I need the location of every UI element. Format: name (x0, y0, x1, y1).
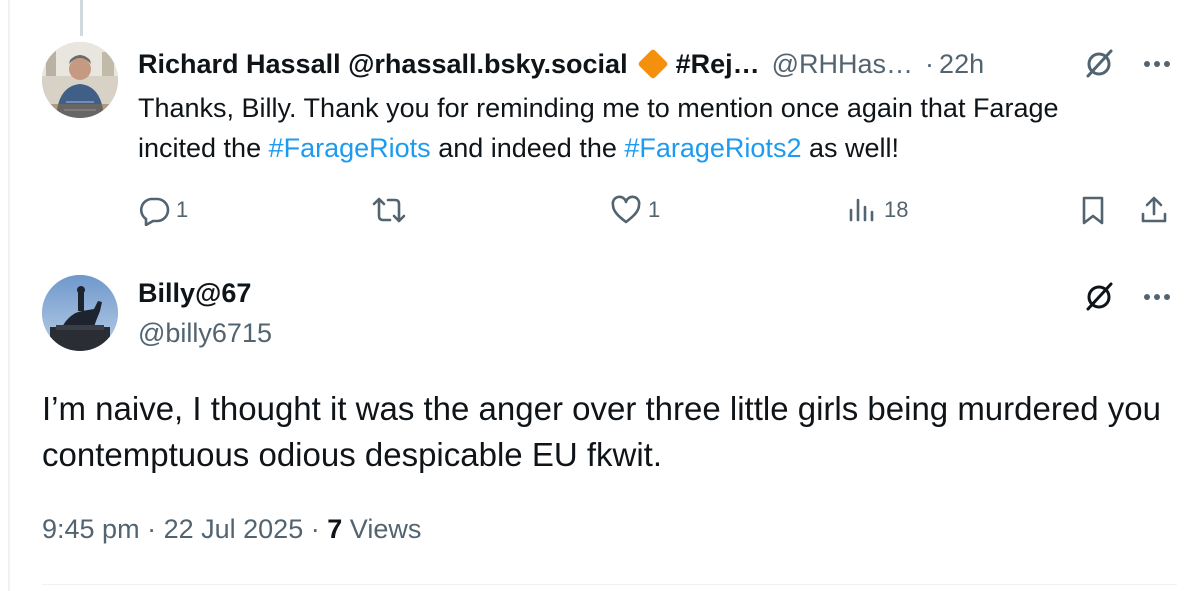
reply-name-suffix[interactable]: #Rej… (676, 49, 760, 80)
hashtag-link-farageriots2[interactable]: #FarageRiots2 (624, 133, 801, 163)
reply-count: 1 (176, 197, 189, 222)
reply-time[interactable]: 22h (939, 49, 984, 80)
main-tweet-text: I’m naive, I thought it was the anger ov… (42, 390, 1161, 473)
views-number: 7 (327, 514, 343, 544)
meta-separator-2: · (310, 514, 320, 544)
views-count: 18 (884, 197, 909, 222)
reply-tweet-text: Thanks, Billy. Thank you for reminding m… (138, 88, 1138, 168)
reply-handle[interactable]: @RHHas… (772, 49, 913, 80)
analytics-bars-icon (849, 198, 874, 222)
like-button[interactable]: 1 (610, 192, 660, 228)
bookmark-icon (1082, 196, 1104, 225)
left-border (8, 0, 10, 591)
repost-icon (372, 197, 406, 223)
bookmark-button[interactable] (1078, 192, 1108, 228)
tweet-time[interactable]: 9:45 pm (42, 514, 140, 544)
speech-bubble-icon (139, 197, 170, 226)
reply-tweet-header: Richard Hassall @rhassall.bsky.social #R… (138, 44, 984, 84)
reply-action-bar: 1 1 18 (138, 192, 1178, 228)
grok-icon-main[interactable] (1082, 277, 1116, 317)
reply-display-name[interactable]: Richard Hassall @rhassall.bsky.social (138, 49, 628, 80)
repost-button[interactable] (370, 192, 414, 228)
reply-button[interactable]: 1 (138, 192, 188, 228)
reply-text-part2: and indeed the (430, 133, 625, 163)
thread-connector-line (80, 0, 83, 36)
grok-icon[interactable] (1082, 44, 1116, 84)
like-count: 1 (648, 197, 661, 222)
hashtag-link-farageriots[interactable]: #FarageRiots (269, 133, 431, 163)
share-icon (1141, 196, 1167, 223)
avatar-richard-hassall[interactable] (42, 42, 118, 118)
heart-icon (611, 195, 641, 224)
more-options-icon-main[interactable] (1140, 277, 1174, 317)
orange-diamond-icon (637, 48, 669, 80)
main-handle[interactable]: @billy6715 (138, 318, 272, 349)
more-options-icon[interactable] (1140, 44, 1174, 84)
tweet-date[interactable]: 22 Jul 2025 (164, 514, 304, 544)
reply-separator: · (925, 48, 935, 79)
equestrian-statue-icon (42, 275, 118, 351)
share-button[interactable] (1138, 192, 1170, 228)
main-display-name[interactable]: Billy@67 (138, 278, 251, 309)
tweet-meta: 9:45 pm · 22 Jul 2025 · 7 Views (42, 514, 421, 545)
views-label: Views (349, 514, 422, 544)
avatar-billy[interactable] (42, 275, 118, 351)
views-button[interactable]: 18 (846, 192, 908, 228)
bottom-divider (42, 584, 1177, 585)
avatar-photo-icon (42, 42, 118, 118)
reply-text-part3: as well! (801, 133, 900, 163)
meta-separator-1: · (147, 514, 157, 544)
